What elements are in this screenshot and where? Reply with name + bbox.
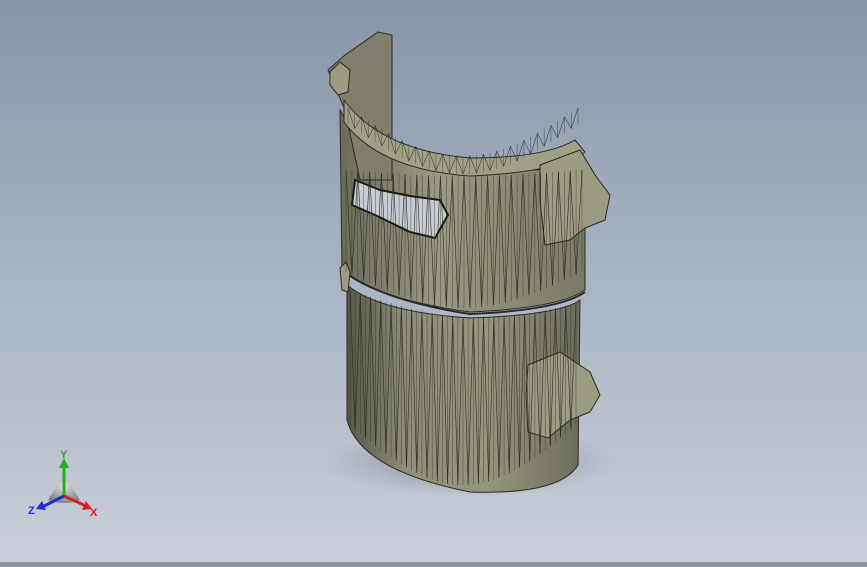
mesh-lines-upper (345, 169, 583, 308)
graphics-viewport[interactable]: Y X Z (0, 0, 867, 562)
orientation-triad[interactable]: Y X Z (22, 448, 104, 524)
x-axis-label: X (90, 507, 98, 519)
upper-lug[interactable] (539, 149, 611, 246)
part-model[interactable] (0, 0, 867, 562)
z-axis-label: Z (28, 505, 35, 517)
y-axis-label: Y (60, 449, 68, 461)
back-wall[interactable] (327, 31, 393, 181)
